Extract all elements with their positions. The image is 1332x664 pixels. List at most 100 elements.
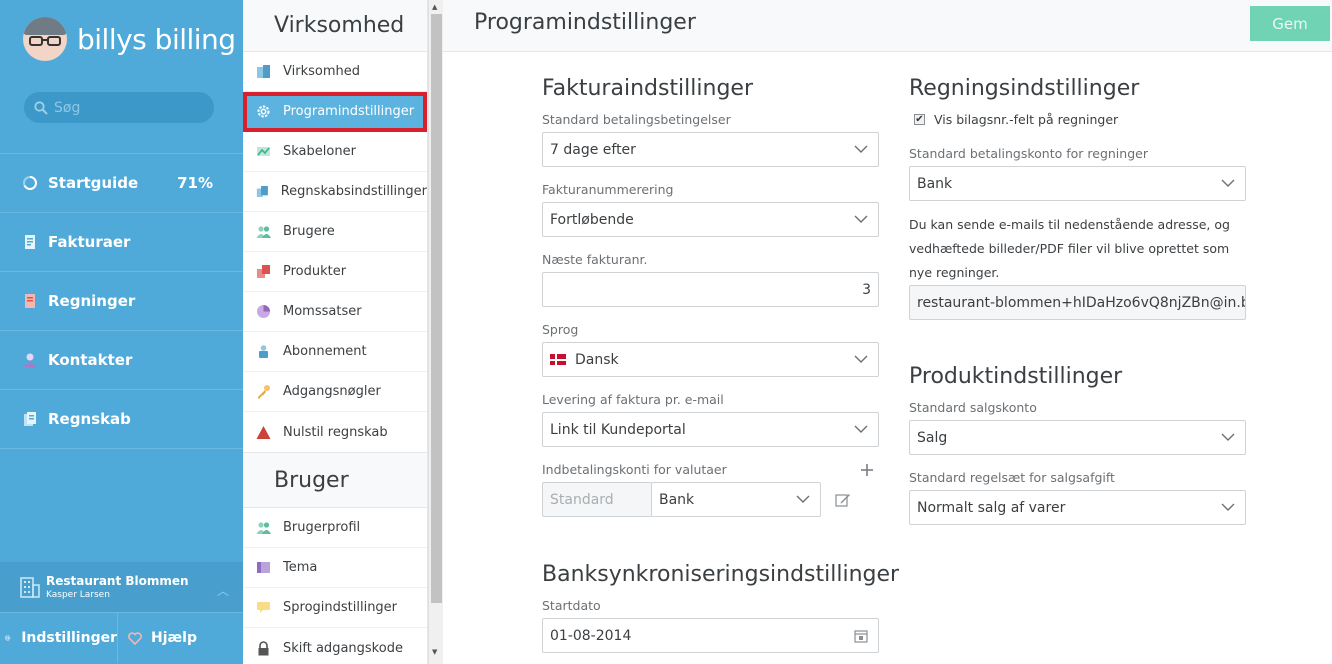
menu-item-label: Programindstillinger — [283, 104, 415, 119]
settings-menu: Virksomhed Virksomhed Programindstilling… — [243, 0, 428, 664]
bill-number-checkbox-label: Vis bilagsnr.-felt på regninger — [934, 112, 1119, 127]
scroll-down-arrow-icon[interactable]: ▼ — [432, 648, 437, 656]
startguide-progress: 71% — [177, 174, 213, 192]
vat-rule-select[interactable]: Normalt salg af varer — [909, 490, 1246, 525]
language-label: Sprog — [542, 322, 579, 337]
bill-account-label: Standard betalingskonto for regninger — [909, 146, 1148, 161]
delivery-value: Link til Kundeportal — [550, 421, 686, 438]
building-icon — [257, 65, 270, 78]
sidebar-item-accounting[interactable]: Regnskab — [0, 390, 243, 448]
sales-account-label: Standard salgskonto — [909, 400, 1037, 415]
save-button[interactable]: Gem — [1250, 6, 1330, 41]
currency-input[interactable]: Standard — [542, 482, 652, 517]
search-box[interactable] — [24, 92, 214, 123]
menu-item-templates[interactable]: Skabeloner — [243, 132, 427, 172]
bill-number-checkbox-row[interactable]: ✔ Vis bilagsnr.-felt på regninger — [914, 112, 1118, 127]
sidebar-item-label: Regnskab — [48, 410, 131, 428]
payment-terms-value: 7 dage efter — [550, 141, 636, 158]
menu-item-label: Produkter — [283, 264, 347, 279]
sidebar-item-invoices[interactable]: Fakturaer — [0, 213, 243, 271]
gear-icon — [4, 635, 11, 641]
bill-account-value: Bank — [917, 175, 953, 192]
bill-number-checkbox[interactable]: ✔ — [914, 114, 925, 125]
page-header: Programindstillinger Gem — [443, 0, 1332, 52]
chevron-up-icon: ︿ — [216, 584, 229, 598]
app-sidebar: billys billing Startguide 71% Fakturaer … — [0, 0, 243, 664]
search-input[interactable] — [54, 99, 204, 116]
chevron-down-icon — [854, 215, 868, 223]
chevron-down-icon — [854, 355, 868, 363]
menu-item-language-settings[interactable]: Sprogindstillinger — [243, 588, 427, 628]
menu-item-label: Skabeloner — [283, 144, 356, 159]
menu-item-label: Abonnement — [283, 344, 367, 359]
menu-item-access-keys[interactable]: Adgangsnøgler — [243, 372, 427, 412]
pie-chart-icon — [257, 305, 270, 318]
bill-settings-title: Regningsindstillinger — [909, 76, 1140, 101]
brand-name: billys billing — [77, 22, 236, 56]
numbering-select[interactable]: Fortløbende — [542, 202, 879, 237]
settings-button[interactable]: Indstillinger — [0, 613, 118, 663]
settings-label: Indstillinger — [21, 630, 117, 646]
sales-account-select[interactable]: Salg — [909, 420, 1246, 455]
product-settings-title: Produktindstillinger — [909, 364, 1123, 389]
menu-scrollbar[interactable]: ▲ ▼ — [428, 0, 443, 664]
next-invoice-no-value: 3 — [862, 281, 871, 298]
start-date-input[interactable]: 01-08-2014 — [542, 618, 879, 653]
bill-email-field[interactable]: restaurant-blommen+hIDaHzo6vQ8njZBn@in.b… — [909, 285, 1246, 320]
menu-heading-user: Bruger — [243, 452, 427, 508]
menu-item-user-profile[interactable]: Brugerprofil — [243, 508, 427, 548]
chevron-down-icon — [796, 495, 810, 503]
menu-item-label: Virksomhed — [283, 64, 360, 79]
page-title: Programindstillinger — [474, 10, 696, 35]
vat-rule-label: Standard regelsæt for salgsafgift — [909, 470, 1115, 485]
menu-item-vat-rates[interactable]: Momssatser — [243, 292, 427, 332]
users-icon — [256, 226, 271, 238]
main-content: Programindstillinger Gem Fakturaindstill… — [443, 0, 1332, 664]
delivery-select[interactable]: Link til Kundeportal — [542, 412, 879, 447]
menu-item-accounting-settings[interactable]: Regnskabsindstillinger — [243, 172, 427, 212]
chevron-down-icon — [854, 425, 868, 433]
next-invoice-no-label: Næste fakturanr. — [542, 252, 648, 267]
sales-account-value: Salg — [917, 429, 948, 446]
calendar-icon[interactable] — [854, 629, 868, 643]
bill-account-select[interactable]: Bank — [909, 166, 1246, 201]
edit-icon[interactable] — [835, 492, 851, 508]
menu-item-program-settings[interactable]: Programindstillinger — [243, 92, 427, 132]
delivery-label: Levering af faktura pr. e-mail — [542, 392, 724, 407]
logo-avatar-icon — [23, 17, 67, 61]
company-switcher[interactable]: Restaurant Blommen Kasper Larsen ︿ — [0, 562, 243, 612]
ledger-icon — [256, 185, 268, 198]
divider — [0, 448, 243, 449]
bank-sync-title: Banksynkroniseringsindstillinger — [542, 562, 900, 587]
menu-item-label: Adgangsnøgler — [283, 384, 381, 399]
sidebar-item-startguide[interactable]: Startguide 71% — [0, 154, 243, 212]
invoice-settings-title: Fakturaindstillinger — [542, 76, 753, 101]
menu-item-change-password[interactable]: Skift adgangskode — [243, 628, 427, 664]
scrollbar-thumb[interactable] — [431, 14, 442, 603]
plus-icon[interactable] — [860, 463, 874, 477]
logo[interactable]: billys billing — [23, 17, 236, 61]
next-invoice-no-input[interactable]: 3 — [542, 272, 879, 307]
payment-terms-select[interactable]: 7 dage efter — [542, 132, 879, 167]
payment-terms-label: Standard betalingsbetingelser — [542, 112, 731, 127]
theme-icon — [257, 562, 270, 573]
chevron-down-icon — [854, 145, 868, 153]
menu-item-reset-accounting[interactable]: Nulstil regnskab — [243, 412, 427, 452]
menu-item-company[interactable]: Virksomhed — [243, 52, 427, 92]
menu-item-subscription[interactable]: Abonnement — [243, 332, 427, 372]
menu-item-users[interactable]: Brugere — [243, 212, 427, 252]
language-select[interactable]: Dansk — [542, 342, 879, 377]
currency-account-select[interactable]: Bank — [651, 482, 821, 517]
sidebar-item-label: Fakturaer — [48, 233, 131, 251]
menu-item-products[interactable]: Produkter — [243, 252, 427, 292]
building-icon — [20, 577, 40, 598]
users-icon — [256, 522, 271, 534]
user-name: Kasper Larsen — [46, 590, 110, 600]
help-button[interactable]: Hjælp — [118, 613, 197, 663]
ledger-icon — [24, 412, 36, 426]
scroll-up-arrow-icon[interactable]: ▲ — [432, 3, 437, 11]
menu-item-label: Brugere — [283, 224, 335, 239]
menu-item-theme[interactable]: Tema — [243, 548, 427, 588]
sidebar-item-contacts[interactable]: Kontakter — [0, 331, 243, 389]
sidebar-item-bills[interactable]: Regninger — [0, 272, 243, 330]
